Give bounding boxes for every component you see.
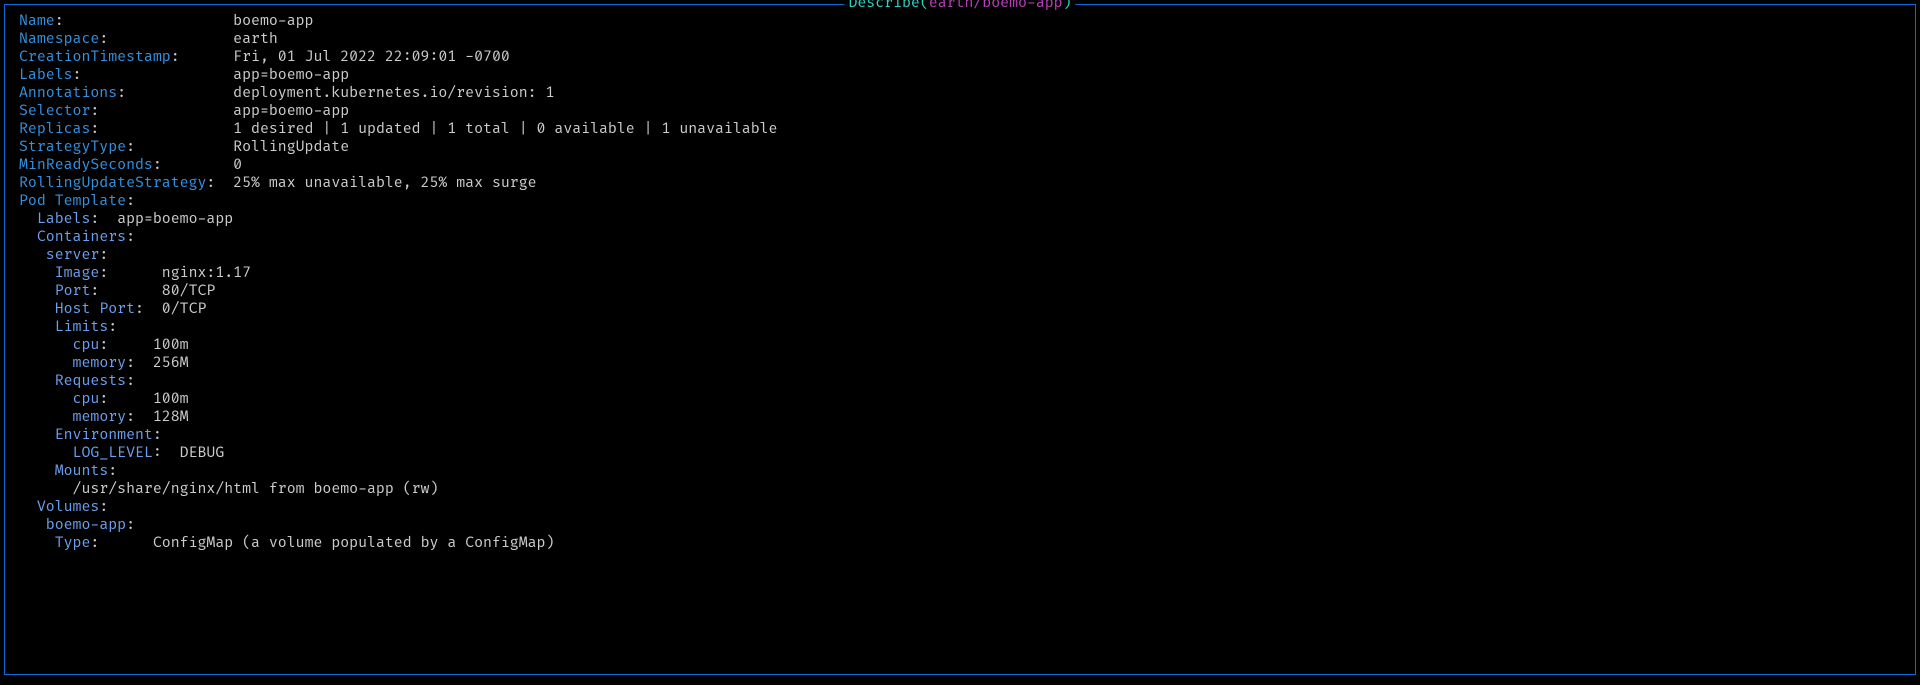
key-minready: MinReadySeconds	[19, 157, 153, 174]
val-selector: app=boemo-app	[233, 103, 349, 120]
container-name: server	[46, 247, 100, 264]
hostport-val: 0/TCP	[162, 301, 207, 318]
row-port: Port: 80/TCP	[19, 283, 1915, 301]
key-annotations: Annotations	[19, 85, 117, 102]
row-container-name: server:	[19, 247, 1915, 265]
req-mem-key: memory	[73, 409, 127, 426]
image-key: Image	[55, 265, 100, 282]
row-minready: MinReadySeconds: 0	[19, 157, 1915, 175]
row-podtemplate: Pod Template:	[19, 193, 1915, 211]
row-strategy: StrategyType: RollingUpdate	[19, 139, 1915, 157]
row-env: Environment:	[19, 427, 1915, 445]
row-vol-type: Type: ConfigMap (a volume populated by a…	[19, 535, 1915, 553]
row-mount-path: /usr/share/nginx/html from boemo-app (rw…	[19, 481, 1915, 499]
key-namespace: Namespace	[19, 31, 99, 48]
row-pod-labels: Labels: app=boemo-app	[19, 211, 1915, 229]
requests-header: Requests	[55, 373, 126, 390]
env-log-val: DEBUG	[180, 445, 225, 462]
vol-name: boemo-app	[46, 517, 126, 534]
env-log-key: LOG_LEVEL	[73, 445, 153, 462]
key-labels: Labels	[19, 67, 73, 84]
row-limits-mem: memory: 256M	[19, 355, 1915, 373]
title-action: Describe	[848, 0, 919, 12]
row-creation: CreationTimestamp: Fri, 01 Jul 2022 22:0…	[19, 49, 1915, 67]
val-rollstrat: 25% max unavailable, 25% max surge	[233, 175, 536, 192]
val-annotations: deployment.kubernetes.io/revision: 1	[233, 85, 554, 102]
row-volumes: Volumes:	[19, 499, 1915, 517]
limits-mem-val: 256M	[153, 355, 189, 372]
mount-path: /usr/share/nginx/html from boemo-app (rw…	[73, 481, 439, 498]
image-val: nginx:1.17	[162, 265, 251, 282]
limits-cpu-key: cpu	[73, 337, 100, 354]
pod-labels-key: Labels	[37, 211, 91, 228]
req-cpu-val: 100m	[153, 391, 189, 408]
port-key: Port	[55, 283, 91, 300]
req-mem-val: 128M	[153, 409, 189, 426]
describe-panel: Describe(earth/boemo-app) Name: boemo-ap…	[4, 4, 1916, 675]
row-req-mem: memory: 128M	[19, 409, 1915, 427]
row-rollstrat: RollingUpdateStrategy: 25% max unavailab…	[19, 175, 1915, 193]
val-namespace: earth	[233, 31, 278, 48]
podtemplate-header: Pod Template	[19, 193, 126, 210]
val-creation: Fri, 01 Jul 2022 22:09:01 -0700	[233, 49, 510, 66]
volumes-header: Volumes	[37, 499, 99, 516]
hostport-key: Host Port	[55, 301, 135, 318]
pod-labels-val: app=boemo-app	[117, 211, 233, 228]
val-replicas: 1 desired | 1 updated | 1 total | 0 avai…	[233, 121, 777, 138]
row-labels: Labels: app=boemo-app	[19, 67, 1915, 85]
row-name: Name: boemo-app	[19, 13, 1915, 31]
row-mounts: Mounts:	[19, 463, 1915, 481]
limits-header: Limits	[55, 319, 109, 336]
row-namespace: Namespace: earth	[19, 31, 1915, 49]
vol-type-key: Type	[55, 535, 91, 552]
key-creation: CreationTimestamp	[19, 49, 171, 66]
row-replicas: Replicas: 1 desired | 1 updated | 1 tota…	[19, 121, 1915, 139]
row-image: Image: nginx:1.17	[19, 265, 1915, 283]
row-env-log: LOG_LEVEL: DEBUG	[19, 445, 1915, 463]
key-name: Name	[19, 13, 55, 30]
val-minready: 0	[233, 157, 242, 174]
pod-containers: Containers	[37, 229, 126, 246]
val-name: boemo-app	[233, 13, 313, 30]
title-rparen: )	[1063, 0, 1072, 12]
val-strategy: RollingUpdate	[233, 139, 349, 156]
row-annotations: Annotations: deployment.kubernetes.io/re…	[19, 85, 1915, 103]
limits-mem-key: memory	[73, 355, 127, 372]
title-ref: earth/boemo-app	[929, 0, 1063, 12]
row-limits-cpu: cpu: 100m	[19, 337, 1915, 355]
mounts-header: Mounts	[55, 463, 109, 480]
port-val: 80/TCP	[162, 283, 216, 300]
row-hostport: Host Port: 0/TCP	[19, 301, 1915, 319]
key-selector: Selector	[19, 103, 90, 120]
vol-type-val: ConfigMap (a volume populated by a Confi…	[153, 535, 555, 552]
key-rollstrat: RollingUpdateStrategy	[19, 175, 206, 192]
key-strategy: StrategyType	[19, 139, 126, 156]
row-req-cpu: cpu: 100m	[19, 391, 1915, 409]
row-requests: Requests:	[19, 373, 1915, 391]
row-pod-containers: Containers:	[19, 229, 1915, 247]
req-cpu-key: cpu	[73, 391, 100, 408]
limits-cpu-val: 100m	[153, 337, 189, 354]
describe-content[interactable]: Name: boemo-app Namespace: earth Creatio…	[5, 13, 1915, 553]
panel-title: Describe(earth/boemo-app)	[844, 0, 1075, 13]
val-labels: app=boemo-app	[233, 67, 349, 84]
title-lparen: (	[920, 0, 929, 12]
row-limits: Limits:	[19, 319, 1915, 337]
row-selector: Selector: app=boemo-app	[19, 103, 1915, 121]
row-vol-name: boemo-app:	[19, 517, 1915, 535]
env-header: Environment	[55, 427, 153, 444]
key-replicas: Replicas	[19, 121, 90, 138]
